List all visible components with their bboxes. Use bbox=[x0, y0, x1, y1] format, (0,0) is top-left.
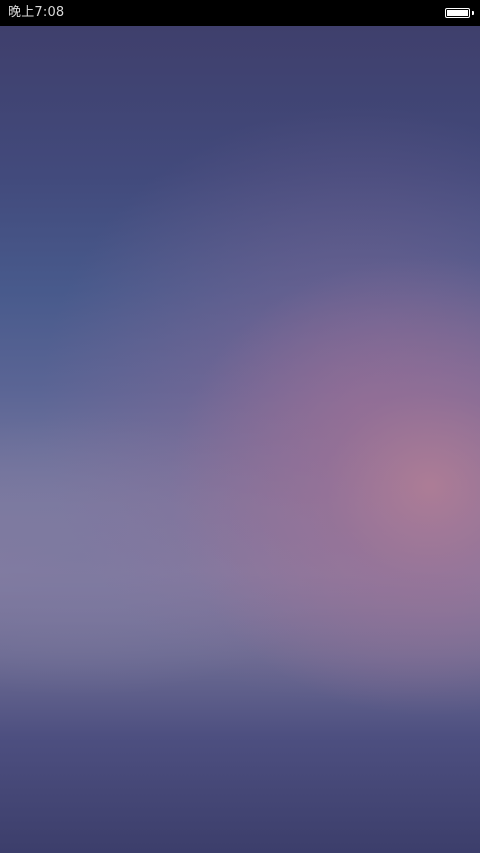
battery-icon bbox=[445, 8, 470, 18]
wallpaper bbox=[0, 26, 480, 853]
lock-screen: 晚上7:08 bbox=[0, 0, 480, 853]
battery-level bbox=[447, 10, 468, 16]
status-bar: 晚上7:08 bbox=[0, 0, 480, 26]
status-time: 晚上7:08 bbox=[8, 5, 65, 20]
battery-tip-icon bbox=[472, 11, 474, 15]
